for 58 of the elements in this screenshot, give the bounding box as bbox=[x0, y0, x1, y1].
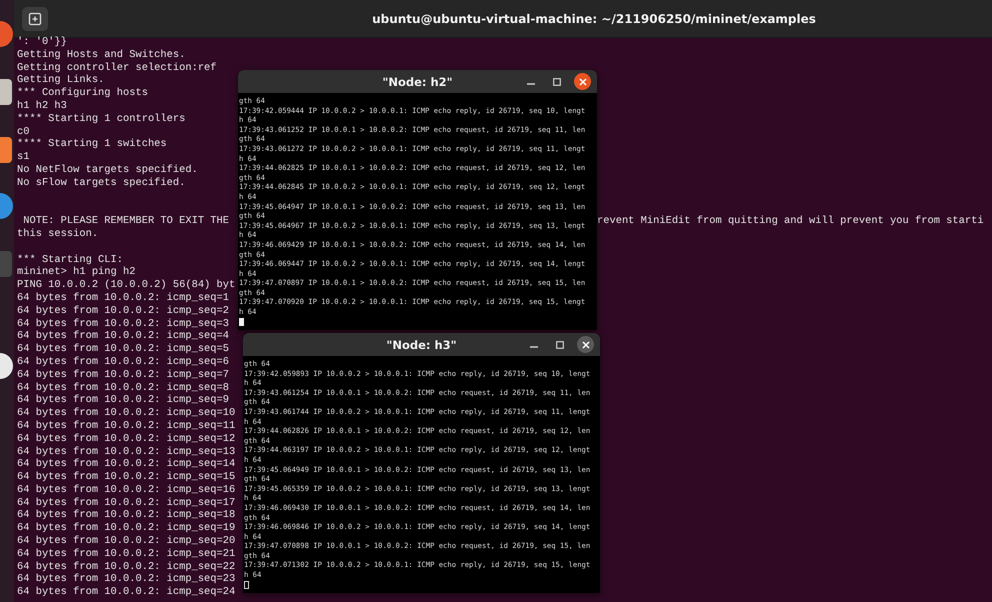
terminal-line: 64 bytes from 10.0.0.2: icmp_seq=7 bbox=[17, 368, 230, 381]
minimize-icon bbox=[526, 83, 534, 85]
terminal-line: h1 h2 h3 bbox=[17, 100, 67, 112]
terminal-line: PING 10.0.0.2 (10.0.0.2) 56(84) byt bbox=[17, 279, 236, 292]
maximize-icon bbox=[552, 78, 560, 86]
terminal-line: 64 bytes from 10.0.0.2: icmp_seq=12 bbox=[17, 432, 236, 445]
terminal-line: No sFlow targets specified. bbox=[17, 176, 186, 189]
terminal-line: 64 bytes from 10.0.0.2: icmp_seq=15 bbox=[17, 471, 236, 484]
terminal-line: Getting Hosts and Switches. bbox=[17, 48, 186, 61]
terminal-line: Getting controller selection:ref bbox=[17, 62, 217, 74]
terminal-line: *** Configuring hosts bbox=[17, 87, 148, 100]
terminal-line: 64 bytes from 10.0.0.2: icmp_seq=16 bbox=[17, 484, 236, 496]
new-tab-button[interactable] bbox=[22, 6, 48, 30]
terminal-line: 64 bytes from 10.0.0.2: icmp_seq=20 bbox=[17, 535, 236, 548]
terminal-line: 64 bytes from 10.0.0.2: icmp_seq=5 bbox=[17, 343, 230, 356]
app-icon[interactable] bbox=[0, 352, 14, 380]
terminal-line: ': '0'}} bbox=[17, 36, 67, 48]
terminal-line: 64 bytes from 10.0.0.2: icmp_seq=21 bbox=[17, 548, 236, 560]
terminal-line: 64 bytes from 10.0.0.2: icmp_seq=11 bbox=[17, 420, 236, 432]
terminal-line: Getting Links. bbox=[17, 74, 104, 86]
terminal-line: c0 bbox=[17, 126, 30, 138]
close-button[interactable] bbox=[574, 73, 591, 90]
close-icon bbox=[582, 340, 590, 348]
terminal-line: 64 bytes from 10.0.0.2: icmp_seq=6 bbox=[17, 356, 230, 368]
terminal-line: 64 bytes from 10.0.0.2: icmp_seq=17 bbox=[17, 496, 236, 509]
close-button[interactable] bbox=[577, 336, 594, 353]
terminal-line: s1 bbox=[17, 151, 30, 164]
app-icon[interactable] bbox=[0, 136, 14, 164]
terminal-line: 64 bytes from 10.0.0.2: icmp_seq=10 bbox=[17, 407, 236, 420]
window-title: ubuntu@ubuntu-virtual-machine: ~/211906250/mininet/examples bbox=[371, 12, 817, 26]
new-tab-icon bbox=[28, 12, 42, 26]
window-title: "Node: h3" bbox=[386, 338, 457, 352]
terminal-line: 64 bytes from 10.0.0.2: icmp_seq=19 bbox=[17, 522, 236, 534]
terminal-line: 64 bytes from 10.0.0.2: icmp_seq=1 bbox=[17, 292, 230, 304]
terminal-line: **** Starting 1 controllers bbox=[17, 112, 186, 125]
terminal-line: 64 bytes from 10.0.0.2: icmp_seq=13 bbox=[17, 446, 236, 458]
terminal-line: mininet> h1 ping h2 bbox=[17, 266, 136, 278]
terminal-line: No NetFlow targets specified. bbox=[17, 164, 198, 176]
terminal-line: 64 bytes from 10.0.0.2: icmp_seq=24 bbox=[17, 586, 236, 598]
terminal-line: 64 bytes from 10.0.0.2: icmp_seq=3 bbox=[17, 318, 230, 330]
terminal-line: 64 bytes from 10.0.0.2: icmp_seq=22 bbox=[17, 560, 236, 573]
maximize-icon bbox=[556, 340, 564, 348]
terminal-line: 64 bytes from 10.0.0.2: icmp_seq=18 bbox=[17, 509, 236, 522]
terminal-line: 64 bytes from 10.0.0.2: icmp_seq=9 bbox=[17, 394, 230, 406]
terminal-line: 64 bytes from 10.0.0.2: icmp_seq=14 bbox=[17, 458, 236, 470]
terminal-line: this session. bbox=[17, 228, 98, 240]
terminal-line: *** Starting CLI: bbox=[17, 254, 124, 266]
terminal-line: **** Starting 1 switches bbox=[17, 138, 167, 150]
close-icon bbox=[578, 78, 586, 86]
terminal-line: 64 bytes from 10.0.0.2: icmp_seq=23 bbox=[17, 573, 236, 586]
terminal-line: NOTE: PLEASE REMEMBER TO EXIT THE bbox=[22, 215, 230, 228]
terminal-line: revent MiniEdit from quitting and will prevent you from starti bbox=[597, 215, 984, 228]
terminal-line: 64 bytes from 10.0.0.2: icmp_seq=4 bbox=[17, 330, 230, 342]
app-icon[interactable] bbox=[0, 78, 14, 106]
minimize-icon bbox=[530, 346, 538, 348]
terminal-line: 64 bytes from 10.0.0.2: icmp_seq=8 bbox=[17, 382, 230, 394]
window-title: "Node: h2" bbox=[382, 74, 453, 88]
terminal-line: 64 bytes from 10.0.0.2: icmp_seq=2 bbox=[17, 304, 230, 317]
